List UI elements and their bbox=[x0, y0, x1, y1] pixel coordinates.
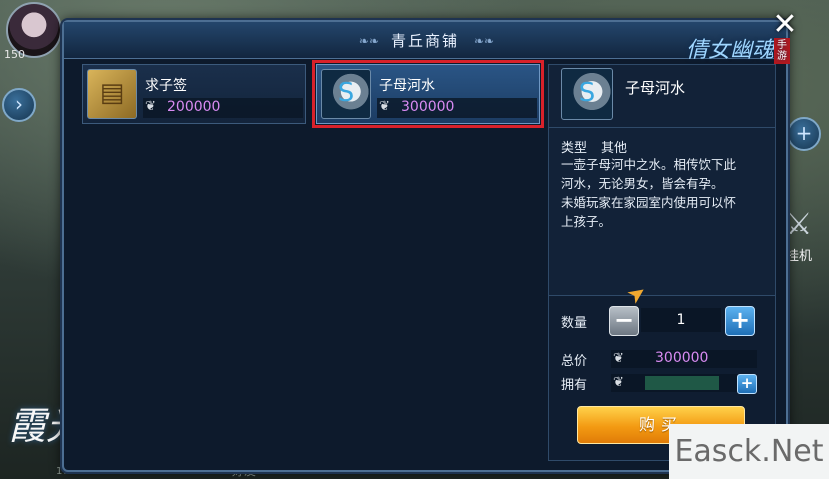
item-description: 一壶子母河中之水。相传饮下此 河水，无论男女，皆会有孕。 未婚玩家在家园室内使用… bbox=[561, 155, 761, 231]
item-price: 300000 bbox=[401, 99, 455, 115]
item-list: ▤ 求子签 ❦ 200000 S 子母河水 ❦ 300000 bbox=[82, 60, 544, 459]
quantity-label: 数量 bbox=[561, 316, 588, 331]
item-price: 200000 bbox=[167, 99, 221, 115]
silver-feather-icon: ❦ bbox=[379, 99, 390, 114]
title-ornament-right-icon: ❧❧ bbox=[474, 34, 495, 48]
total-price-label: 总价 bbox=[561, 354, 588, 369]
title-ornament-left-icon: ❧❧ bbox=[358, 34, 379, 48]
item-qiuziqian[interactable]: ▤ 求子签 ❦ 200000 bbox=[82, 64, 306, 124]
site-watermark: Easck.Net bbox=[669, 424, 829, 479]
add-icon[interactable]: + bbox=[787, 117, 821, 151]
total-price-value: 300000 bbox=[655, 350, 709, 366]
silver-feather-icon: ❦ bbox=[145, 99, 156, 114]
owned-label: 拥有 bbox=[561, 378, 588, 393]
divider bbox=[549, 127, 775, 128]
item-price-row: ❦ 300000 bbox=[377, 98, 537, 118]
item-type: 类型 其他 bbox=[561, 137, 627, 156]
detail-item-name: 子母河水 bbox=[625, 79, 686, 97]
expand-arrow-icon[interactable]: › bbox=[2, 88, 36, 122]
quantity-field[interactable]: 1 bbox=[641, 308, 721, 332]
add-currency-button[interactable]: + bbox=[737, 374, 757, 394]
brand-name: 倩女幽魂 bbox=[685, 38, 774, 63]
total-price-row: ❦ 300000 bbox=[611, 350, 757, 368]
scroll-icon: ▤ bbox=[87, 69, 137, 119]
description-line: 上孩子。 bbox=[561, 214, 612, 229]
item-name: 求子签 bbox=[145, 78, 187, 94]
item-name: 子母河水 bbox=[379, 78, 435, 94]
silver-feather-icon: ❦ bbox=[613, 351, 624, 366]
close-icon[interactable]: ✕ bbox=[770, 10, 800, 40]
description-line: 未婚玩家在家园室内使用可以怀 bbox=[561, 195, 737, 210]
player-level: 150 bbox=[4, 48, 25, 61]
silver-feather-icon: ❦ bbox=[613, 375, 624, 390]
type-label: 类型 bbox=[561, 141, 588, 156]
dialog-title: 青丘商铺 bbox=[390, 32, 460, 50]
description-line: 一壶子母河中之水。相传饮下此 bbox=[561, 157, 737, 172]
item-price-row: ❦ 200000 bbox=[143, 98, 303, 118]
item-detail-panel: S 子母河水 类型 其他 一壶子母河中之水。相传饮下此 河水，无论男女，皆会有孕。… bbox=[548, 64, 776, 461]
water-icon: S bbox=[321, 69, 371, 119]
type-value: 其他 bbox=[601, 141, 628, 156]
item-zimuheshui[interactable]: S 子母河水 ❦ 300000 bbox=[312, 60, 544, 128]
owned-amount-redacted bbox=[645, 376, 719, 390]
decrease-quantity-button[interactable]: − bbox=[609, 306, 639, 336]
owned-row: ❦ bbox=[611, 374, 757, 392]
dialog-titlebar: ❧❧ 青丘商铺 ❧❧ 倩女幽魂 手游 bbox=[64, 22, 790, 64]
water-icon: S bbox=[561, 68, 613, 120]
description-line: 河水，无论男女，皆会有孕。 bbox=[561, 176, 724, 191]
increase-quantity-button[interactable]: + bbox=[725, 306, 755, 336]
shop-dialog: ❧❧ 青丘商铺 ❧❧ 倩女幽魂 手游 ✕ ▤ 求子签 ❦ 200000 S 子母河… bbox=[62, 10, 798, 472]
